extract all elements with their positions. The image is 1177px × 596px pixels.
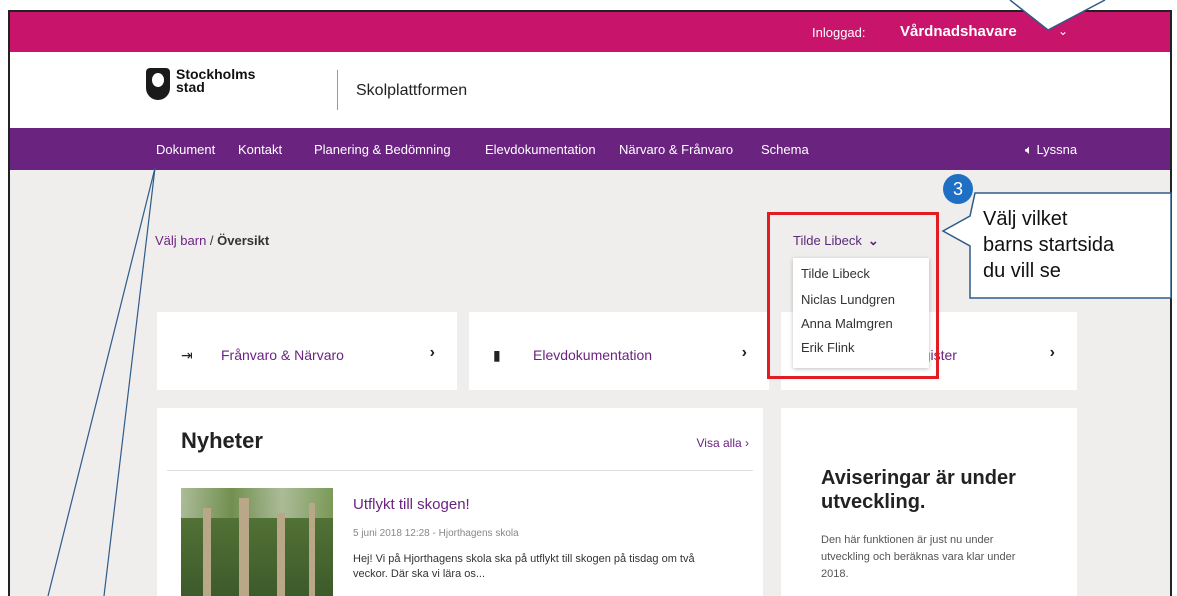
chevron-down-icon[interactable]: ⌄ (1058, 24, 1068, 38)
chevron-right-icon: › (429, 344, 435, 361)
main-nav: Dokument Kontakt Planering & Bedömning E… (10, 128, 1170, 170)
step-badge: 3 (943, 174, 973, 204)
news-panel: Nyheter Visa alla › Utflykt till skogen!… (157, 408, 763, 596)
book-icon: ▮ (493, 347, 501, 363)
breadcrumb-link[interactable]: Välj barn (155, 233, 206, 248)
logo-line2: stad (176, 79, 205, 95)
nav-item-dokument[interactable]: Dokument (156, 142, 215, 157)
forest-image[interactable] (181, 488, 333, 596)
stockholm-logo[interactable]: Stockholms stad (146, 67, 255, 100)
nav-item-planering[interactable]: Planering & Bedömning (314, 142, 451, 157)
notice-panel: Aviseringar är under utveckling. Den här… (781, 408, 1077, 596)
tree-trunk (203, 508, 211, 596)
nav-item-narvaro[interactable]: Närvaro & Frånvaro (619, 142, 733, 157)
logged-in-label: Inloggad: (812, 25, 866, 40)
card-franvaro[interactable]: ⇥ Frånvaro & Närvaro › (157, 312, 457, 390)
breadcrumb-separator: / (206, 233, 218, 248)
tree-trunk (309, 503, 315, 596)
news-heading: Nyheter (181, 428, 263, 453)
nav-item-schema[interactable]: Schema (761, 142, 809, 157)
header-divider (337, 70, 338, 110)
news-divider (167, 470, 753, 471)
card-title: Frånvaro & Närvaro (221, 347, 344, 363)
card-elevdokumentation[interactable]: ▮ Elevdokumentation › (469, 312, 769, 390)
callout-line: barns startsida (983, 234, 1115, 256)
highlight-box (767, 212, 939, 379)
tree-trunk (239, 498, 249, 596)
callout-text: Välj vilket barns startsida du vill se (983, 206, 1114, 284)
notice-text: Den här funktionen är just nu under utve… (821, 534, 1016, 580)
shield-icon (146, 68, 170, 100)
top-bar: Inloggad: Vårdnadshavare ⌄ (10, 12, 1170, 52)
chevron-right-icon: › (1049, 344, 1055, 361)
role-selector[interactable]: Vårdnadshavare (900, 23, 1017, 40)
news-item-title[interactable]: Utflykt till skogen! (353, 496, 470, 513)
site-header: Stockholms stad Skolplattformen (10, 52, 1170, 128)
nav-item-elevdokumentation[interactable]: Elevdokumentation (485, 142, 596, 157)
news-item-body: Hej! Vi på Hjorthagens skola ska på utfl… (353, 553, 695, 580)
listen-button[interactable]: 🔈︎ Lyssna (1025, 142, 1077, 158)
callout-line: du vill se (983, 260, 1061, 282)
listen-label: Lyssna (1036, 142, 1078, 157)
chevron-right-icon: › (741, 344, 747, 361)
breadcrumb: Välj barn / Översikt (155, 233, 269, 248)
browser-frame: Inloggad: Vårdnadshavare ⌄ Stockholms st… (8, 10, 1172, 596)
callout-line: Välj vilket (983, 208, 1068, 230)
card-title: Elevdokumentation (533, 347, 653, 363)
platform-name: Skolplattformen (356, 82, 468, 99)
notice-heading: Aviseringar är under utveckling. (821, 467, 1016, 513)
nav-item-kontakt[interactable]: Kontakt (238, 142, 282, 157)
speaker-icon: 🔈︎ (1025, 142, 1033, 157)
news-item-meta: 5 juni 2018 12:28 - Hjorthagens skola (353, 528, 519, 539)
logo-text: Stockholms stad (176, 67, 255, 95)
breadcrumb-current: Översikt (217, 233, 270, 248)
show-all-link[interactable]: Visa alla › (697, 436, 749, 450)
exit-icon: ⇥ (181, 347, 193, 363)
tree-trunk (277, 513, 285, 596)
